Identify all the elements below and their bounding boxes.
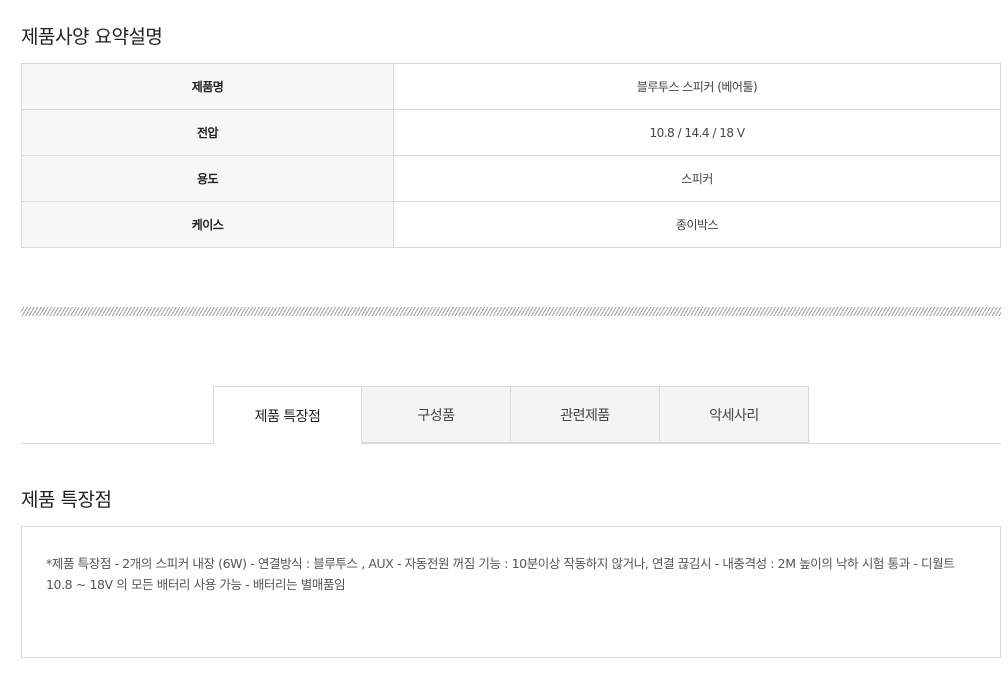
spec-section-title: 제품사양 요약설명	[21, 26, 163, 48]
spec-label: 전압	[21, 109, 394, 156]
spec-row-product-name: 제품명 블루투스 스피커 (베어툴)	[21, 63, 1001, 110]
tab-bar: 제품 특장점 구성품 관련제품 악세사리	[213, 386, 809, 444]
hatched-divider	[21, 307, 1001, 316]
spec-label: 케이스	[21, 201, 394, 248]
feature-section-title: 제품 특장점	[21, 489, 112, 511]
feature-description-box: *제품 특장점 - 2개의 스피커 내장 (6W) - 연결방식 : 블루투스 …	[21, 526, 1001, 658]
tab-accessories[interactable]: 악세사리	[660, 386, 809, 443]
tab-related-products[interactable]: 관련제품	[511, 386, 660, 443]
spec-row-usage: 용도 스피커	[21, 155, 1001, 202]
spec-table: 제품명 블루투스 스피커 (베어툴) 전압 10.8 / 14.4 / 18 V…	[21, 63, 1001, 248]
spec-row-case: 케이스 종이박스	[21, 201, 1001, 248]
spec-value: 10.8 / 14.4 / 18 V	[393, 109, 1001, 156]
spec-label: 용도	[21, 155, 394, 202]
spec-value: 종이박스	[393, 201, 1001, 248]
spec-value: 스피커	[393, 155, 1001, 202]
feature-description-text: *제품 특장점 - 2개의 스피커 내장 (6W) - 연결방식 : 블루투스 …	[46, 556, 955, 592]
spec-label: 제품명	[21, 63, 394, 110]
tab-features[interactable]: 제품 특장점	[213, 386, 362, 444]
tab-components[interactable]: 구성품	[362, 386, 511, 443]
spec-row-voltage: 전압 10.8 / 14.4 / 18 V	[21, 109, 1001, 156]
spec-value: 블루투스 스피커 (베어툴)	[393, 63, 1001, 110]
